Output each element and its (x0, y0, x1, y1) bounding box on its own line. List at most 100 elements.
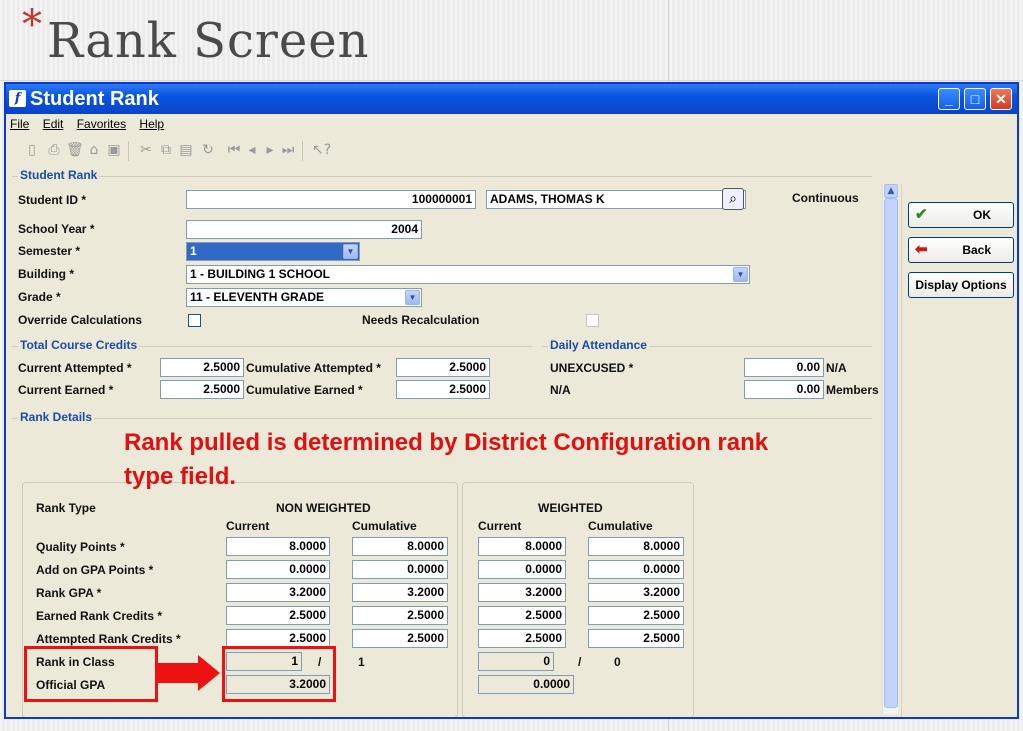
building-value: 1 - BUILDING 1 SCHOOL (190, 267, 331, 281)
student-id-field[interactable]: 100000001 (186, 190, 476, 209)
building-select[interactable]: 1 - BUILDING 1 SCHOOL ▼ (186, 265, 750, 284)
na-label: N/A (550, 383, 571, 397)
w-rank-separator: / (578, 655, 582, 669)
rank-gpa-label: Rank GPA * (36, 586, 102, 600)
attendance-legend: Daily Attendance (548, 337, 649, 353)
open-icon[interactable]: ⌂ (86, 142, 102, 158)
scroll-thumb[interactable] (884, 198, 898, 708)
current-attempted-label: Current Attempted * (18, 361, 132, 375)
cumulative-attempted-field[interactable]: 2.5000 (396, 358, 490, 377)
menu-help[interactable]: Help (139, 117, 164, 131)
slide-title: *Rank Screen (22, 2, 370, 80)
na-field[interactable]: 0.00 (744, 380, 824, 399)
delete-icon[interactable]: 🗑 (66, 142, 84, 158)
refresh-icon[interactable]: ↻ (200, 142, 216, 158)
ok-label: OK (973, 208, 991, 222)
rank-gpa-w-cumulative[interactable]: 3.2000 (588, 583, 684, 602)
close-button[interactable]: ✕ (990, 88, 1012, 110)
quality-points-nw-current[interactable]: 8.0000 (226, 537, 330, 556)
chevron-down-icon[interactable]: ▼ (405, 290, 420, 305)
annotation-arrow-shaft (158, 663, 200, 683)
semester-value: 1 (190, 244, 197, 258)
last-icon[interactable]: ⏭ (280, 142, 296, 158)
attempted-rank-credits-nw-cumulative[interactable]: 2.5000 (352, 629, 448, 648)
earned-rank-credits-w-current[interactable]: 2.5000 (478, 606, 566, 625)
semester-select[interactable]: 1 ▼ (186, 242, 360, 261)
needs-recalc-checkbox[interactable] (586, 314, 599, 327)
rank-gpa-nw-cumulative[interactable]: 3.2000 (352, 583, 448, 602)
first-icon[interactable]: ⏮ (226, 142, 242, 158)
scroll-up-icon[interactable]: ▲ (884, 184, 898, 198)
earned-rank-credits-nw-current[interactable]: 2.5000 (226, 606, 330, 625)
back-arrow-icon: ⬅ (915, 241, 928, 258)
display-options-button[interactable]: Display Options (908, 272, 1014, 298)
next-icon[interactable]: ▸ (262, 142, 278, 158)
cut-icon[interactable]: ✂ (138, 142, 154, 158)
print-icon[interactable]: ⎙ (46, 142, 62, 158)
rank-gpa-nw-current[interactable]: 3.2000 (226, 583, 330, 602)
continuous-label: Continuous (792, 191, 859, 205)
building-label: Building * (18, 267, 74, 281)
minimize-button[interactable]: _ (938, 88, 960, 110)
copy-icon[interactable]: ⧉ (158, 142, 174, 158)
cumulative-earned-field[interactable]: 2.5000 (396, 380, 490, 399)
rank-type-label: Rank Type (36, 501, 96, 515)
w-class-size: 0 (614, 655, 621, 669)
quality-points-w-cumulative[interactable]: 8.0000 (588, 537, 684, 556)
add-on-gpa-nw-cumulative[interactable]: 0.0000 (352, 560, 448, 579)
search-icon[interactable]: ⌕ (722, 188, 744, 210)
attempted-rank-credits-w-cumulative[interactable]: 2.5000 (588, 629, 684, 648)
unexcused-label: UNEXCUSED * (550, 361, 634, 375)
chevron-down-icon[interactable]: ▼ (733, 267, 748, 282)
student-name-field[interactable]: ADAMS, THOMAS K (486, 190, 746, 209)
paste-icon[interactable]: ▤ (178, 142, 194, 158)
add-on-gpa-w-cumulative[interactable]: 0.0000 (588, 560, 684, 579)
annotation-arrow-icon (198, 655, 220, 691)
menu-edit[interactable]: Edit (43, 117, 64, 131)
new-icon[interactable]: ▯ (24, 142, 40, 158)
earned-rank-credits-nw-cumulative[interactable]: 2.5000 (352, 606, 448, 625)
nw-cumulative-header: Cumulative (352, 519, 417, 533)
help-icon[interactable]: ↖? (312, 142, 331, 158)
grade-value: 11 - ELEVENTH GRADE (190, 290, 325, 304)
grade-select[interactable]: 11 - ELEVENTH GRADE ▼ (186, 288, 422, 307)
unexcused-field[interactable]: 0.00 (744, 358, 824, 377)
student-name-value: ADAMS, THOMAS K (490, 192, 605, 206)
rank-gpa-w-current[interactable]: 3.2000 (478, 583, 566, 602)
earned-rank-credits-label: Earned Rank Credits * (36, 609, 163, 623)
chevron-down-icon[interactable]: ▼ (343, 244, 358, 259)
w-cumulative-header: Cumulative (588, 519, 653, 533)
prev-icon[interactable]: ◂ (244, 142, 260, 158)
unexcused-unit: N/A (826, 361, 847, 375)
ok-check-icon: ✔ (915, 206, 928, 223)
toolbar: ▯ ⎙ 🗑 ⌂ ▣ ✂ ⧉ ▤ ↻ ⏮ ◂ ▸ ⏭ ↖? (6, 136, 1017, 164)
override-checkbox[interactable] (188, 314, 201, 327)
vertical-scrollbar[interactable]: ▲ (882, 184, 898, 714)
current-attempted-field[interactable]: 2.5000 (160, 358, 244, 377)
maximize-button[interactable]: □ (964, 88, 986, 110)
menu-bar: File Edit Favorites Help (6, 114, 1017, 134)
add-on-gpa-nw-current[interactable]: 0.0000 (226, 560, 330, 579)
attempted-rank-credits-w-current[interactable]: 2.5000 (478, 629, 566, 648)
rank-labels-highlight (24, 646, 158, 702)
current-earned-field[interactable]: 2.5000 (160, 380, 244, 399)
quality-points-w-current[interactable]: 8.0000 (478, 537, 566, 556)
slide-title-text: Rank Screen (47, 13, 370, 69)
attempted-rank-credits-label: Attempted Rank Credits * (36, 632, 181, 646)
ok-button[interactable]: ✔ OK (908, 202, 1014, 228)
back-button[interactable]: ⬅ Back (908, 237, 1014, 263)
add-on-gpa-w-current[interactable]: 0.0000 (478, 560, 566, 579)
display-options-label: Display Options (915, 278, 1007, 292)
save-icon[interactable]: ▣ (106, 142, 122, 158)
menu-favorites[interactable]: Favorites (77, 117, 126, 131)
menu-file[interactable]: File (10, 117, 29, 131)
annotation-line-2: type field. (124, 463, 237, 490)
title-bar: f Student Rank _ □ ✕ (6, 84, 1017, 114)
back-label: Back (962, 243, 991, 257)
quality-points-nw-cumulative[interactable]: 8.0000 (352, 537, 448, 556)
earned-rank-credits-w-cumulative[interactable]: 2.5000 (588, 606, 684, 625)
current-earned-label: Current Earned * (18, 383, 114, 397)
action-panel: ✔ OK ⬅ Back Display Options (901, 184, 1017, 717)
school-year-field[interactable]: 2004 (186, 220, 422, 239)
w-current-header: Current (478, 519, 522, 533)
